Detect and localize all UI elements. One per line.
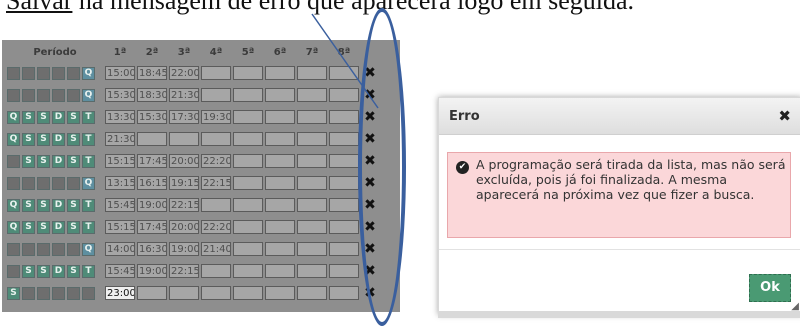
error-dialog: Erro ✖ ✔ A programação será tirada da li… xyxy=(438,97,800,315)
dialog-header: Erro ✖ xyxy=(439,98,800,135)
check-circle-icon: ✔ xyxy=(456,161,469,174)
dialog-title: Erro xyxy=(449,109,480,124)
close-icon[interactable]: ✖ xyxy=(778,107,791,125)
background-strip xyxy=(438,311,800,318)
error-message-box: ✔ A programação será tirada da lista, ma… xyxy=(447,152,791,238)
error-message-text: A programação será tirada da lista, mas … xyxy=(476,157,786,202)
ok-button[interactable]: Ok xyxy=(749,274,791,302)
dialog-divider xyxy=(439,249,800,250)
highlight-ellipse xyxy=(358,8,406,326)
